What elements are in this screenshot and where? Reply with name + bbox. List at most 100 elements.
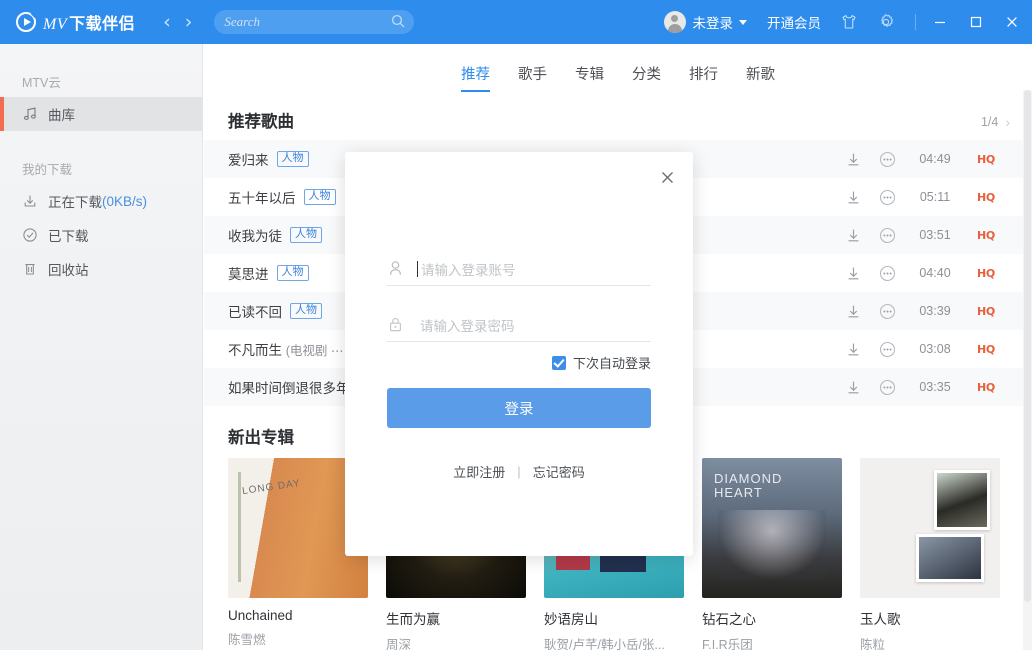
sidebar-item-library[interactable]: 曲库 [0, 97, 202, 131]
more-options-icon[interactable] [870, 265, 904, 282]
more-options-icon[interactable] [870, 151, 904, 168]
gear-icon[interactable] [877, 13, 895, 31]
close-icon[interactable] [655, 165, 679, 189]
app-window: MV下载伴侣 ‹ › Search 未登录 开通会员 [0, 0, 1032, 650]
more-options-icon[interactable] [870, 341, 904, 358]
download-icon[interactable] [836, 303, 870, 320]
quality-badge: HQ [966, 381, 1006, 394]
chevron-down-icon [739, 20, 747, 25]
close-button[interactable] [994, 0, 1030, 44]
quality-badge: HQ [966, 229, 1006, 242]
song-tag: 人物 [304, 189, 336, 205]
album-title: Unchained [228, 608, 368, 623]
list-item[interactable]: DIAMOND HEART 钻石之心 F.I.R乐团 [702, 458, 842, 650]
register-link[interactable]: 立即注册 [453, 462, 505, 481]
album-cover[interactable] [860, 458, 1000, 598]
password-field[interactable]: 请输入登录密码 [387, 308, 651, 342]
search-placeholder: Search [224, 14, 260, 30]
open-vip-button[interactable]: 开通会员 [767, 12, 821, 32]
download-icon[interactable] [836, 189, 870, 206]
download-icon[interactable] [836, 227, 870, 244]
more-options-icon[interactable] [870, 227, 904, 244]
album-title: 钻石之心 [702, 608, 842, 628]
links-divider: | [517, 464, 520, 479]
songs-section-header: 推荐歌曲 1/4 › [204, 100, 1032, 132]
album-artist: 耿贺/卢芊/韩小岳/张... [544, 634, 684, 650]
content-tabs: 推荐 歌手 专辑 分类 排行 新歌 [204, 54, 1032, 100]
more-options-icon[interactable] [870, 303, 904, 320]
next-page-icon[interactable]: › [1005, 114, 1010, 130]
sidebar-item-label: 正在下载 [48, 191, 102, 211]
check-circle-icon [22, 227, 40, 243]
quality-badge: HQ [966, 267, 1006, 280]
forward-button[interactable]: › [185, 13, 193, 32]
modal-links: 立即注册 | 忘记密码 [345, 462, 693, 481]
auto-login-checkbox[interactable]: 下次自动登录 [552, 353, 651, 372]
sidebar-group-title-mtv: MTV云 [0, 72, 202, 91]
checkbox-checked-icon[interactable] [552, 356, 566, 370]
album-cover[interactable]: DIAMOND HEART [702, 458, 842, 598]
row-actions: 04:40 HQ [836, 265, 1006, 282]
text-cursor [417, 261, 418, 277]
song-duration: 04:49 [904, 152, 966, 166]
song-title-sub: (电视剧 ⋯ [286, 344, 344, 358]
album-artist: 陈粒 [860, 634, 1000, 650]
row-actions: 03:08 HQ [836, 341, 1006, 358]
download-icon[interactable] [836, 265, 870, 282]
back-button[interactable]: ‹ [163, 13, 171, 32]
tab-newsongs[interactable]: 新歌 [746, 63, 775, 92]
song-duration: 03:51 [904, 228, 966, 242]
album-title: 生而为赢 [386, 608, 526, 628]
quality-badge: HQ [966, 305, 1006, 318]
username-placeholder: 请输入登录账号 [421, 259, 516, 279]
titlebar-right: 未登录 开通会员 [664, 0, 1032, 44]
scrollbar-thumb[interactable] [1024, 90, 1031, 602]
download-icon[interactable] [836, 379, 870, 396]
nav-arrows: ‹ › [163, 13, 192, 32]
album-cover-text: DIAMOND HEART [714, 472, 829, 500]
sidebar-item-downloaded[interactable]: 已下载 [0, 218, 202, 252]
login-button[interactable]: 登录 [387, 388, 651, 428]
more-options-icon[interactable] [870, 379, 904, 396]
avatar [664, 11, 686, 33]
trash-icon [22, 261, 40, 277]
app-title-mv: MV [43, 16, 69, 33]
download-icon[interactable] [836, 341, 870, 358]
vertical-scrollbar[interactable] [1023, 90, 1032, 650]
more-options-icon[interactable] [870, 189, 904, 206]
quality-badge: HQ [966, 153, 1006, 166]
row-actions: 03:39 HQ [836, 303, 1006, 320]
sidebar-item-label: 曲库 [48, 104, 75, 124]
download-icon [22, 193, 40, 209]
username-field[interactable]: 请输入登录账号 [387, 252, 651, 286]
shirt-icon[interactable] [840, 13, 858, 31]
tab-albums[interactable]: 专辑 [575, 63, 604, 92]
title-bar: MV下载伴侣 ‹ › Search 未登录 开通会员 [0, 0, 1032, 44]
songs-section-title: 推荐歌曲 [228, 108, 294, 132]
play-circle-icon [16, 12, 36, 32]
search-input[interactable]: Search [214, 10, 414, 34]
maximize-button[interactable] [958, 0, 994, 44]
sidebar-item-recycle[interactable]: 回收站 [0, 252, 202, 286]
search-icon[interactable] [391, 14, 405, 28]
window-controls [922, 0, 1030, 44]
tab-recommend[interactable]: 推荐 [461, 63, 490, 92]
minimize-button[interactable] [922, 0, 958, 44]
album-title: 妙语房山 [544, 608, 684, 628]
lock-icon [387, 316, 409, 333]
app-title: MV下载伴侣 [43, 10, 135, 34]
tab-ranking[interactable]: 排行 [689, 63, 718, 92]
download-icon[interactable] [836, 151, 870, 168]
account-menu[interactable]: 未登录 [664, 11, 748, 33]
list-item[interactable]: 玉人歌 陈粒 [860, 458, 1000, 650]
songs-pagination[interactable]: 1/4 › [981, 114, 1010, 132]
download-rate: (0KB/s) [102, 194, 147, 209]
album-artist: 陈雪燃 [228, 629, 368, 648]
tab-artists[interactable]: 歌手 [518, 63, 547, 92]
song-tag: 人物 [277, 265, 309, 281]
forgot-password-link[interactable]: 忘记密码 [533, 462, 585, 481]
song-title: 爱归来 [228, 149, 269, 169]
tab-categories[interactable]: 分类 [632, 63, 661, 92]
quality-badge: HQ [966, 343, 1006, 356]
sidebar-item-downloading[interactable]: 正在下载(0KB/s) [0, 184, 202, 218]
